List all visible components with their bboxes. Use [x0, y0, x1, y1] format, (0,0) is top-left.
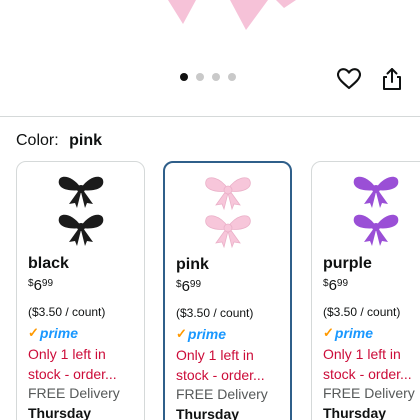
prime-check-icon: ✓: [28, 325, 39, 340]
prime-label: prime: [187, 326, 227, 342]
prime-badge: ✓ prime: [176, 326, 226, 342]
prime-badge: ✓ prime: [28, 325, 78, 341]
product-image[interactable]: [0, 0, 420, 62]
unit-price: ($3.50 / count): [323, 305, 401, 319]
price-currency: $: [28, 278, 34, 289]
price-cents: 99: [189, 279, 202, 290]
favorite-button[interactable]: [336, 66, 362, 92]
swatch-name: purple: [323, 255, 372, 272]
stock-status: Only 1 left in stock - order...: [323, 346, 412, 382]
swatch-image: [17, 170, 144, 250]
share-button[interactable]: [379, 66, 405, 92]
unit-price: ($3.50 / count): [176, 306, 254, 320]
product-image-bows: [168, 0, 296, 30]
swatch-image: [165, 171, 290, 251]
delivery-label: FREE Delivery: [28, 385, 120, 401]
swatch-image: [312, 170, 420, 250]
swatch-price: $699: [323, 277, 348, 294]
bow-image: [58, 176, 103, 246]
carousel-dot[interactable]: [212, 73, 220, 81]
bow-image: [353, 176, 398, 246]
prime-check-icon: ✓: [176, 326, 187, 341]
price-cents: 99: [336, 278, 349, 289]
stock-status: Only 1 left in stock - order...: [28, 346, 117, 382]
swatch-price: $699: [28, 277, 53, 294]
delivery-day: Thursday: [28, 405, 92, 420]
product-page: Color: pink black $699 ($3.50 / count) ✓…: [0, 0, 420, 420]
unit-price: ($3.50 / count): [28, 305, 106, 319]
selected-color-value: pink: [69, 132, 103, 149]
price-whole: 6: [33, 277, 42, 294]
price-whole: 6: [328, 277, 337, 294]
bow-image: [204, 177, 251, 249]
delivery-label: FREE Delivery: [176, 386, 268, 402]
swatch-price: $699: [176, 278, 201, 295]
delivery-day: Thursday: [323, 405, 387, 420]
swatch-name: black: [28, 255, 69, 272]
share-icon: [383, 68, 401, 90]
color-swatch-purple[interactable]: purple $699 ($3.50 / count) ✓ prime Only …: [311, 161, 420, 420]
delivery-day: Thursday: [176, 406, 240, 420]
color-label: Color:: [16, 132, 59, 149]
stock-status: Only 1 left in stock - order...: [176, 347, 265, 383]
color-selector-header: Color: pink: [16, 132, 102, 150]
delivery-label: FREE Delivery: [323, 385, 415, 401]
prime-badge: ✓ prime: [323, 325, 373, 341]
heart-icon: [337, 68, 361, 90]
color-swatch-pink[interactable]: pink $699 ($3.50 / count) ✓ prime Only 1 …: [163, 161, 292, 420]
price-cents: 99: [41, 278, 54, 289]
carousel-dot[interactable]: [196, 73, 204, 81]
color-swatch-black[interactable]: black $699 ($3.50 / count) ✓ prime Only 1…: [16, 161, 145, 420]
prime-check-icon: ✓: [323, 325, 334, 340]
swatch-name: pink: [176, 256, 209, 273]
prime-label: prime: [39, 325, 79, 341]
price-whole: 6: [181, 278, 190, 295]
prime-label: prime: [334, 325, 374, 341]
section-divider: [0, 116, 420, 117]
carousel-dot[interactable]: [228, 73, 236, 81]
carousel-dot[interactable]: [180, 73, 188, 81]
carousel-dots[interactable]: [180, 73, 236, 81]
price-currency: $: [176, 279, 182, 290]
price-currency: $: [323, 278, 329, 289]
